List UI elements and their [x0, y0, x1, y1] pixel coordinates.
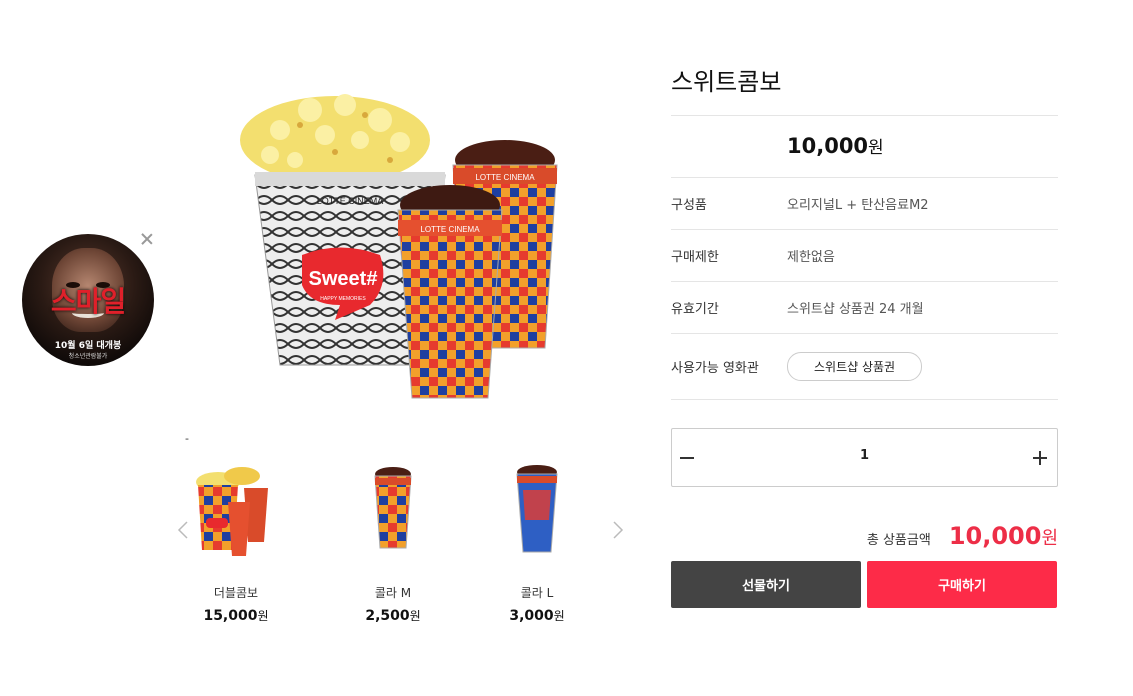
- total-value: 10,000: [948, 522, 1042, 550]
- cola-m-thumbnail: [343, 460, 443, 560]
- row-label: 구성품: [671, 198, 707, 213]
- product-price: 10,000원: [671, 116, 1058, 178]
- gift-button[interactable]: 선물하기: [671, 561, 861, 608]
- row-value: 제한없음: [787, 250, 835, 265]
- svg-text:LOTTE CINEMA: LOTTE CINEMA: [420, 225, 480, 234]
- row-value: 스위트샵 상품권 24 개월: [787, 302, 924, 317]
- quantity-value[interactable]: 1: [672, 448, 1057, 463]
- carousel-marker: -: [185, 432, 189, 445]
- total-currency: 원: [1041, 528, 1058, 549]
- ad-rating: 청소년관람불가: [68, 353, 108, 360]
- buy-button[interactable]: 구매하기: [867, 561, 1057, 608]
- row-value: 오리지널L + 탄산음료M2: [787, 198, 929, 213]
- carousel-item-price: 15,000원: [203, 608, 269, 624]
- row-label: 유효기간: [671, 302, 719, 317]
- carousel-item-cola-m[interactable]: 콜라 M 2,500원: [323, 460, 463, 624]
- movie-ad-banner[interactable]: 스마일 10월 6일 대개봉 청소년관람불가: [22, 234, 154, 366]
- cola-l-thumbnail: [487, 460, 587, 560]
- ad-title: 스마일: [50, 285, 126, 318]
- carousel-item-price: 3,000원: [509, 608, 565, 624]
- carousel-item-cola-l[interactable]: 콜라 L 3,000원: [467, 460, 607, 624]
- carousel-item-name: 콜라 L: [520, 586, 554, 600]
- theater-pill-button[interactable]: 스위트샵 상품권: [787, 352, 923, 381]
- carousel-item-double-combo[interactable]: 더블콤보 15,000원: [166, 460, 306, 624]
- purchase-limit-row: 구매제한 제한없음: [671, 230, 1058, 282]
- theater-row: 사용가능 영화관 스위트샵 상품권: [671, 334, 1058, 400]
- svg-text:Sweet#: Sweet#: [309, 268, 378, 290]
- product-main-image: LOTTE CINEMA Sweet# HAPPY MEMORIES LOTTE…: [240, 80, 570, 400]
- product-title: 스위트콤보: [671, 60, 1058, 116]
- row-label: 사용가능 영화관: [671, 361, 759, 376]
- svg-text:LOTTE CINEMA: LOTTE CINEMA: [317, 196, 384, 206]
- svg-text:HAPPY MEMORIES: HAPPY MEMORIES: [320, 296, 366, 302]
- plus-icon[interactable]: [1029, 447, 1051, 469]
- double-combo-thumbnail: [186, 460, 286, 560]
- row-label: 구매제한: [671, 250, 719, 265]
- quantity-stepper: 1: [671, 428, 1058, 487]
- ad-release-date: 10월 6일 대개봉: [54, 341, 122, 351]
- carousel-item-name: 더블콤보: [213, 586, 259, 600]
- components-row: 구성품 오리지널L + 탄산음료M2: [671, 178, 1058, 230]
- svg-text:LOTTE CINEMA: LOTTE CINEMA: [475, 173, 535, 182]
- carousel-item-name: 콜라 M: [374, 586, 412, 600]
- carousel-item-price: 2,500원: [365, 608, 421, 624]
- product-info-panel: 스위트콤보 10,000원 구성품 오리지널L + 탄산음료M2 구매제한 제한…: [671, 60, 1058, 400]
- total-price: 총 상품금액 10,000 원: [867, 522, 1058, 550]
- total-label: 총 상품금액: [866, 533, 931, 548]
- validity-row: 유효기간 스위트샵 상품권 24 개월: [671, 282, 1058, 334]
- close-icon[interactable]: [140, 232, 154, 246]
- chevron-right-icon[interactable]: [611, 520, 625, 540]
